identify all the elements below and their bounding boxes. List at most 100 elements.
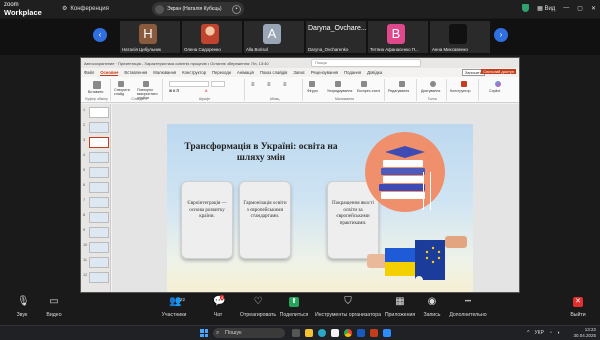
powerpoint-icon[interactable] — [370, 329, 378, 337]
tab-file[interactable]: Файл — [84, 70, 94, 75]
host-tools-icon: ⛉ — [344, 296, 352, 307]
reuse-slides-icon[interactable] — [143, 81, 149, 87]
ladder-icon — [423, 172, 431, 210]
quick-styles-icon[interactable] — [361, 81, 367, 87]
task-view-icon[interactable] — [292, 329, 300, 337]
edge-browser-icon[interactable] — [318, 329, 326, 337]
slide-editing-area[interactable]: Трансформація в Україні: освіта на шляху… — [112, 104, 519, 292]
participants-button[interactable]: 👥 22 Участники — [152, 296, 196, 319]
record-icon: ◉ — [427, 296, 437, 307]
card-text: Євроінтеграція — основа розвитку країни. — [187, 200, 227, 219]
leave-button[interactable]: ✕ Выйти — [556, 297, 600, 318]
ribbon-group-editing: Редагування — [387, 79, 417, 101]
share-button[interactable]: Спільний доступ — [481, 69, 516, 74]
tab-help[interactable]: Довідка — [367, 70, 382, 75]
close-icon[interactable]: ✕ — [591, 5, 596, 12]
content-card[interactable]: Гармонізація освіти з європейськими стан… — [239, 181, 291, 259]
more-button[interactable]: ••• Дополнительно — [446, 297, 490, 318]
font-name-dropdown[interactable] — [169, 81, 209, 87]
meeting-info-button[interactable]: ⚙ Конференция — [62, 5, 109, 13]
tab-insert[interactable]: Вставлення — [124, 70, 147, 75]
participant-tile[interactable]: Олена Сидоренко — [182, 21, 242, 53]
zoom-control-bar: 🎙 Звук ▭ Видео 👥 22 Участники 💬 4 Чат ♡ … — [0, 294, 600, 325]
ppt-title-bar: Автосохранение · Презентація - Характери… — [81, 58, 519, 68]
participant-name: Тетяна Афанасенко П... — [370, 47, 419, 52]
slide-thumbnail-selected[interactable] — [89, 137, 109, 148]
strip-prev-arrow-icon[interactable]: ‹ — [93, 28, 107, 42]
tab-slideshow[interactable]: Показ слайдів — [260, 70, 287, 75]
slide-thumbnail[interactable] — [89, 167, 109, 178]
video-button[interactable]: ▭ Видео — [32, 297, 76, 319]
share-screen-button[interactable]: ⬆ Поделиться — [272, 297, 316, 318]
ribbon-group-designer: Конструктор — [449, 79, 479, 101]
chrome-browser-icon[interactable] — [344, 329, 352, 337]
shapes-icon[interactable] — [309, 81, 315, 87]
tab-record[interactable]: Запис — [293, 70, 305, 75]
tab-transitions[interactable]: Переходи — [212, 70, 231, 75]
security-shield-icon[interactable] — [522, 4, 530, 12]
maximize-icon[interactable]: ▢ — [577, 5, 583, 12]
leave-icon: ✕ — [573, 297, 583, 307]
host-tools-button[interactable]: ⛉ Инструменты организатора — [314, 296, 382, 319]
more-options-icon[interactable]: • — [232, 4, 241, 14]
windows-start-icon[interactable] — [200, 329, 208, 337]
presenter-avatar — [155, 4, 164, 14]
slide-thumbnail[interactable] — [89, 122, 109, 133]
current-slide[interactable]: Трансформація в Україні: освіта на шляху… — [167, 124, 473, 292]
find-icon[interactable] — [399, 81, 405, 87]
paste-icon[interactable] — [93, 81, 101, 89]
ppt-title-text: Автосохранение · Презентація - Характери… — [84, 60, 269, 66]
wifi-icon[interactable]: ◔ — [549, 330, 552, 336]
participant-tile[interactable]: H Наталія Цибульник — [120, 21, 180, 53]
tab-home[interactable]: Основне — [100, 70, 119, 76]
view-button[interactable]: ▦ Вид — [537, 5, 555, 12]
taskbar-search-input[interactable]: ⌕ Пошук — [213, 328, 285, 338]
font-size-dropdown[interactable] — [211, 81, 225, 87]
slide-title[interactable]: Трансформація в Україні: освіта на шляху… — [181, 142, 341, 163]
arrange-icon[interactable] — [335, 81, 341, 87]
slide-thumbnail[interactable] — [89, 257, 109, 268]
new-slide-icon[interactable] — [118, 81, 124, 87]
copilot-icon[interactable] — [495, 81, 501, 87]
participant-tile[interactable]: Daryna_Ovchare... Daryna_Ovcharenko — [306, 21, 367, 53]
slide-thumbnail[interactable] — [89, 182, 109, 193]
language-indicator[interactable]: УКР — [535, 330, 544, 336]
volume-icon[interactable]: ◖ — [557, 330, 560, 336]
participant-tile[interactable]: A Alla Borisol — [244, 21, 304, 53]
windows-taskbar: ⌕ Пошук ^ УКР ◔ ◖ 13:22 30.04.2025 — [0, 325, 600, 340]
participants-icon: 👥 — [169, 296, 182, 307]
ppt-search-input[interactable]: Пошук — [311, 59, 421, 67]
participant-avatar: A — [263, 24, 281, 44]
tab-animations[interactable]: Анімація — [237, 70, 254, 75]
slide-thumbnail[interactable] — [89, 212, 109, 223]
tab-draw[interactable]: Малювання — [153, 70, 176, 75]
share-screen-icon: ⬆ — [289, 297, 299, 307]
tab-design[interactable]: Конструктор — [182, 70, 206, 75]
tab-view[interactable]: Подання — [344, 70, 361, 75]
participant-tile[interactable]: Анна Михсавенко — [430, 21, 490, 53]
store-icon[interactable] — [331, 329, 339, 337]
chevron-up-icon[interactable]: ^ — [527, 330, 529, 336]
participants-count: 22 — [180, 297, 186, 302]
dictate-icon[interactable] — [430, 81, 436, 87]
participant-tile[interactable]: B Тетяна Афанасенко П... — [368, 21, 428, 53]
designer-icon[interactable] — [461, 81, 467, 87]
tab-review[interactable]: Рецензування — [311, 70, 338, 75]
file-explorer-icon[interactable] — [305, 329, 313, 337]
zoom-top-bar: zoom Workplace ⚙ Конференция Экран (Ната… — [0, 0, 600, 18]
slide-thumbnail[interactable] — [89, 197, 109, 208]
content-card[interactable]: Євроінтеграція — основа розвитку країни. — [181, 181, 233, 259]
slide-thumbnail[interactable] — [89, 242, 109, 253]
clock[interactable]: 13:22 30.04.2025 — [573, 327, 596, 339]
slide-thumbnail[interactable] — [89, 152, 109, 163]
participant-name: Daryna_Ovcharenko — [308, 47, 349, 52]
zoom-app-icon[interactable] — [383, 329, 391, 337]
slide-thumbnail[interactable] — [89, 227, 109, 238]
minimize-icon[interactable]: — — [563, 5, 569, 11]
screen-share-pill[interactable]: Экран (Наталія Кубєць) • — [152, 2, 244, 16]
word-icon[interactable] — [357, 329, 365, 337]
chat-button[interactable]: 💬 4 Чат — [196, 295, 240, 318]
slide-thumbnail[interactable] — [89, 107, 109, 118]
slide-thumbnail[interactable] — [89, 272, 109, 283]
strip-next-arrow-icon[interactable]: › — [494, 28, 508, 42]
